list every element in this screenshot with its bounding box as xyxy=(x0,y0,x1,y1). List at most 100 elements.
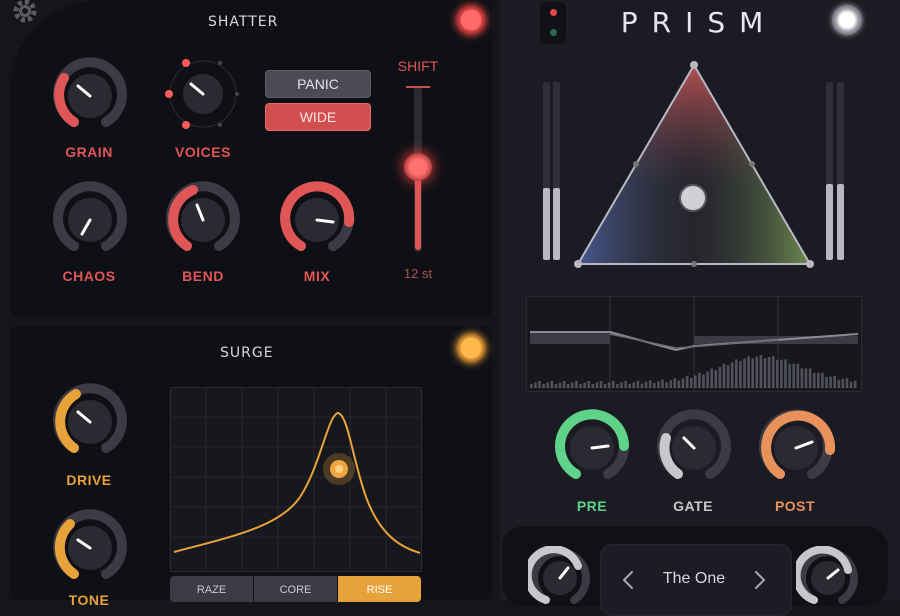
post-label: POST xyxy=(774,498,816,514)
spectrum-bar xyxy=(771,356,775,388)
spectrum-bar xyxy=(685,376,689,388)
spectrum-bar xyxy=(579,383,582,388)
bend-knob[interactable] xyxy=(163,180,243,260)
meter-left-2-fill xyxy=(553,188,560,260)
spectrum-bar xyxy=(542,384,545,388)
spectrum-bar xyxy=(743,358,746,388)
spectrum-bar xyxy=(591,383,595,388)
chevron-left-icon[interactable] xyxy=(620,569,636,591)
spectrum-bar xyxy=(669,380,672,388)
spectrum-bar xyxy=(603,383,607,388)
spectrum-bar xyxy=(694,375,697,388)
spectrum-bar xyxy=(735,359,738,388)
mode-core[interactable]: CORE xyxy=(254,576,337,602)
mix-label: MIX xyxy=(303,268,331,284)
spectrum-bar xyxy=(538,381,541,388)
shatter-power-led[interactable] xyxy=(456,5,486,35)
spectrum-bar xyxy=(546,382,549,388)
surge-title: SURGE xyxy=(220,345,274,361)
spectrum-bar xyxy=(767,357,771,388)
prism-triangle-pad[interactable] xyxy=(572,60,816,272)
spectrum-bar xyxy=(730,362,734,388)
spectrum-bar xyxy=(841,379,845,388)
spectrum-bar xyxy=(681,378,685,388)
spectrum-bar xyxy=(755,356,759,388)
spectrum-bar xyxy=(607,382,611,388)
tone-knob[interactable] xyxy=(50,508,130,588)
spectrum-bar xyxy=(718,366,722,388)
drive-knob[interactable] xyxy=(50,382,130,462)
spectrum-bar xyxy=(792,363,795,388)
chaos-knob[interactable] xyxy=(50,180,130,260)
spectrum-bar xyxy=(788,363,791,388)
shift-slider-handle[interactable] xyxy=(404,153,432,181)
spectrum-bar xyxy=(817,372,820,388)
spectrum-bar xyxy=(657,381,660,388)
spectrum-bar xyxy=(853,380,857,388)
mode-raze[interactable]: RAZE xyxy=(170,576,253,602)
surge-power-led[interactable] xyxy=(456,333,486,363)
output-knob[interactable] xyxy=(796,546,860,610)
spectrum-bar xyxy=(665,382,668,388)
grain-knob[interactable] xyxy=(50,56,130,136)
chaos-label: CHAOS xyxy=(62,268,116,284)
spectrum-bar xyxy=(644,382,648,388)
spectrum-bar xyxy=(648,380,652,388)
spectrum-bar xyxy=(780,359,783,388)
status-led-green xyxy=(550,29,557,36)
spectrum-bar xyxy=(636,380,640,388)
spectrum-bar xyxy=(640,383,644,388)
wide-button[interactable]: WIDE xyxy=(265,103,371,131)
spectrum-bar xyxy=(620,382,623,388)
spectrum-bar xyxy=(800,368,804,388)
voices-label: VOICES xyxy=(175,144,231,160)
mix-knob[interactable] xyxy=(277,180,357,260)
spectrum-bar xyxy=(837,379,841,388)
spectrum-bar xyxy=(751,358,754,388)
shift-value: 12 st xyxy=(403,266,433,281)
spectrum-bar xyxy=(628,383,631,388)
input-knob[interactable] xyxy=(528,546,592,610)
spectrum-bar xyxy=(726,365,730,388)
tone-label: TONE xyxy=(68,592,110,608)
surge-filter-graph[interactable] xyxy=(170,387,422,572)
post-knob[interactable] xyxy=(756,408,836,488)
spectrum-bar xyxy=(554,383,558,388)
prism-power-led[interactable] xyxy=(832,5,862,35)
spectrum-bar xyxy=(583,382,586,388)
spectrum-bar xyxy=(575,380,578,388)
pre-knob[interactable] xyxy=(552,408,632,488)
status-led-red xyxy=(550,9,557,16)
spectrum-bar xyxy=(763,358,767,388)
spectrum-bar xyxy=(661,379,664,388)
gear-icon[interactable] xyxy=(10,0,42,26)
spectrum-bar xyxy=(566,383,570,388)
spectrum-bar xyxy=(534,382,537,388)
spectrum-bar xyxy=(571,382,574,388)
meter-right-1-fill xyxy=(826,184,833,260)
spectrum-bar xyxy=(624,380,627,388)
voices-knob[interactable] xyxy=(160,54,246,140)
spectrum-bar xyxy=(698,372,701,388)
spectrum-bar xyxy=(821,372,824,388)
spectrum-bar xyxy=(595,382,599,388)
spectrum-bar xyxy=(808,368,812,388)
spectrum-bar xyxy=(747,356,750,388)
spectrum-bar xyxy=(714,369,718,388)
spectrum-bar xyxy=(706,371,709,388)
spectrum-bar xyxy=(558,382,562,388)
chevron-right-icon[interactable] xyxy=(752,569,768,591)
spectrum-bar xyxy=(616,383,619,388)
spectrum-bar xyxy=(632,382,636,388)
gate-knob[interactable] xyxy=(654,408,734,488)
spectrum-bar xyxy=(702,374,705,388)
spectrum-bar xyxy=(612,380,615,388)
grain-label: GRAIN xyxy=(65,144,113,160)
spectrum-bar xyxy=(722,363,726,388)
spectrum-bar xyxy=(710,368,713,388)
mode-rise[interactable]: RISE xyxy=(338,576,421,602)
spectrum-bar xyxy=(673,378,677,388)
pre-label: PRE xyxy=(576,498,608,514)
spectrum-bar xyxy=(804,368,808,388)
panic-button[interactable]: PANIC xyxy=(265,70,371,98)
